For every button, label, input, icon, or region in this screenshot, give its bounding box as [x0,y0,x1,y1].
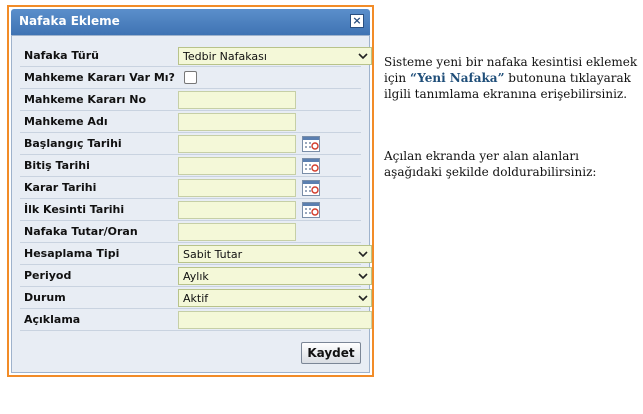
nafaka-turu-select[interactable]: Tedbir Nafakası [178,47,372,65]
chevron-down-icon [358,273,368,280]
row-ilk-kesinti-tarihi: İlk Kesinti Tarihi [20,200,361,221]
instruction-paragraph-2: Açılan ekranda yer alan alanları aşağıda… [384,149,597,179]
aciklama-input[interactable] [178,311,372,329]
hesaplama-tipi-value: Sabit Tutar [183,248,243,261]
row-baslangic-tarihi: Başlangıç Tarihi [20,134,361,155]
bitis-tarihi-input[interactable] [178,157,296,175]
ilk-kesinti-tarihi-input[interactable] [178,201,296,219]
durum-select[interactable]: Aktif [178,289,372,307]
chevron-down-icon [358,295,368,302]
periyod-select[interactable]: Aylık [178,267,372,285]
label-mahkeme-karari-var: Mahkeme Kararı Var Mı? [24,71,175,84]
durum-value: Aktif [183,292,209,305]
label-mahkeme-adi: Mahkeme Adı [24,115,108,128]
nafaka-turu-value: Tedbir Nafakası [183,50,267,63]
row-mahkeme-karari-var: Mahkeme Kararı Var Mı? [20,68,361,89]
label-karar-tarihi: Karar Tarihi [24,181,97,194]
dialog-body: Nafaka Türü Tedbir Nafakası Mahkeme Kara… [11,35,372,373]
row-mahkeme-karari-no: Mahkeme Kararı No [20,90,361,111]
mahkeme-karari-no-input[interactable] [178,91,296,109]
label-durum: Durum [24,291,66,304]
yeni-nafaka-highlight: “Yeni Nafaka” [409,71,505,85]
calendar-icon[interactable] [302,136,320,152]
label-nafaka-tutar-oran: Nafaka Tutar/Oran [24,225,138,238]
row-periyod: Periyod Aylık [20,266,372,287]
row-karar-tarihi: Karar Tarihi [20,178,361,199]
label-hesaplama-tipi: Hesaplama Tipi [24,247,120,260]
row-durum: Durum Aktif [20,288,372,309]
instruction-paragraph-1: Sisteme yeni bir nafaka kesintisi ekleme… [384,54,639,102]
baslangic-tarihi-input[interactable] [178,135,296,153]
row-hesaplama-tipi: Hesaplama Tipi Sabit Tutar [20,244,372,265]
calendar-icon[interactable] [302,180,320,196]
calendar-icon[interactable] [302,202,320,218]
nafaka-ekleme-dialog: Nafaka Ekleme × Nafaka Türü Tedbir Nafak… [7,5,374,377]
hesaplama-tipi-select[interactable]: Sabit Tutar [178,245,372,263]
label-periyod: Periyod [24,269,72,282]
kaydet-button[interactable]: Kaydet [301,342,361,364]
karar-tarihi-input[interactable] [178,179,296,197]
mahkeme-karari-var-checkbox[interactable] [184,71,197,84]
row-bitis-tarihi: Bitiş Tarihi [20,156,361,177]
dialog-title: Nafaka Ekleme [19,14,120,28]
label-mahkeme-karari-no: Mahkeme Kararı No [24,93,147,106]
row-nafaka-turu: Nafaka Türü Tedbir Nafakası [20,46,372,67]
row-aciklama: Açıklama [20,310,372,331]
label-aciklama: Açıklama [24,313,81,326]
label-baslangic-tarihi: Başlangıç Tarihi [24,137,122,150]
periyod-value: Aylık [183,270,209,283]
label-nafaka-turu: Nafaka Türü [24,49,99,62]
label-bitis-tarihi: Bitiş Tarihi [24,159,90,172]
row-mahkeme-adi: Mahkeme Adı [20,112,361,133]
row-nafaka-tutar-oran: Nafaka Tutar/Oran [20,222,361,243]
calendar-icon[interactable] [302,158,320,174]
close-icon[interactable]: × [350,14,364,28]
mahkeme-adi-input[interactable] [178,113,296,131]
chevron-down-icon [358,53,368,60]
chevron-down-icon [358,251,368,258]
label-ilk-kesinti-tarihi: İlk Kesinti Tarihi [24,203,125,216]
nafaka-tutar-oran-input[interactable] [178,223,296,241]
dialog-titlebar[interactable]: Nafaka Ekleme × [11,9,370,35]
